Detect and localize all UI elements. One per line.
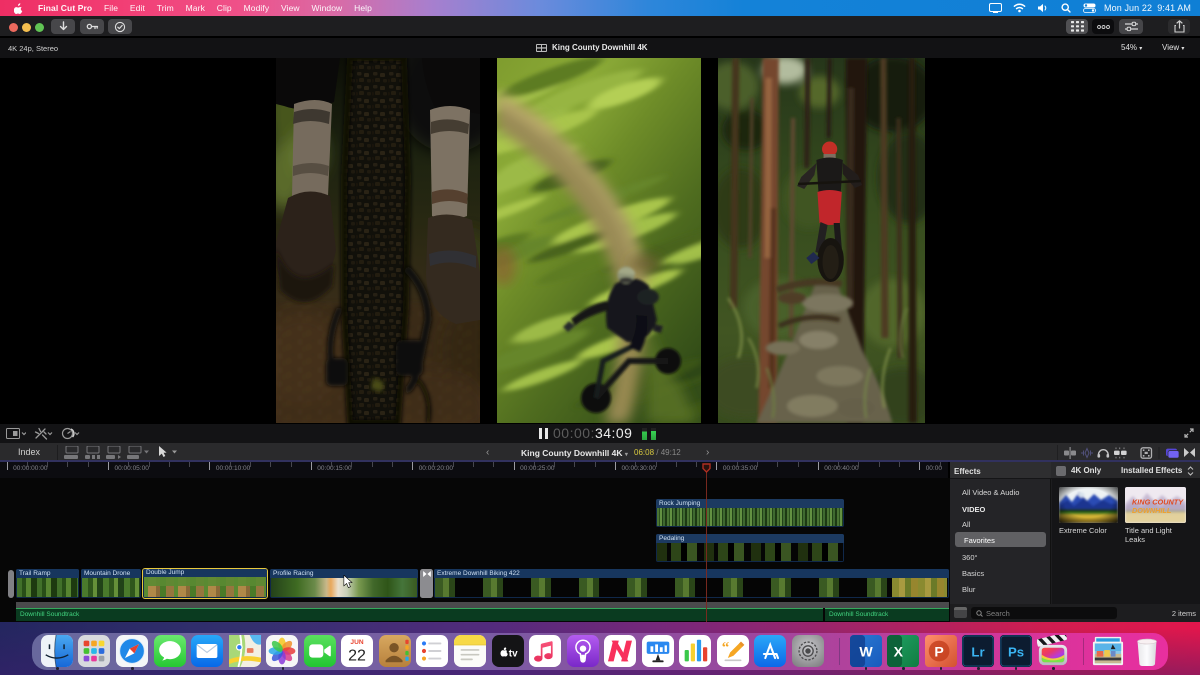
svg-text:JUN: JUN (351, 639, 364, 646)
svg-text:Ps: Ps (1007, 645, 1023, 660)
svg-text:DOWNHILL: DOWNHILL (1132, 506, 1172, 515)
svg-text:X: X (894, 644, 904, 660)
svg-text:Lr: Lr (971, 645, 984, 660)
svg-text:W: W (859, 644, 873, 660)
svg-text:22: 22 (348, 647, 366, 664)
svg-text:“: “ (722, 640, 730, 656)
svg-text:P: P (934, 644, 943, 660)
svg-text:tv: tv (508, 649, 517, 660)
